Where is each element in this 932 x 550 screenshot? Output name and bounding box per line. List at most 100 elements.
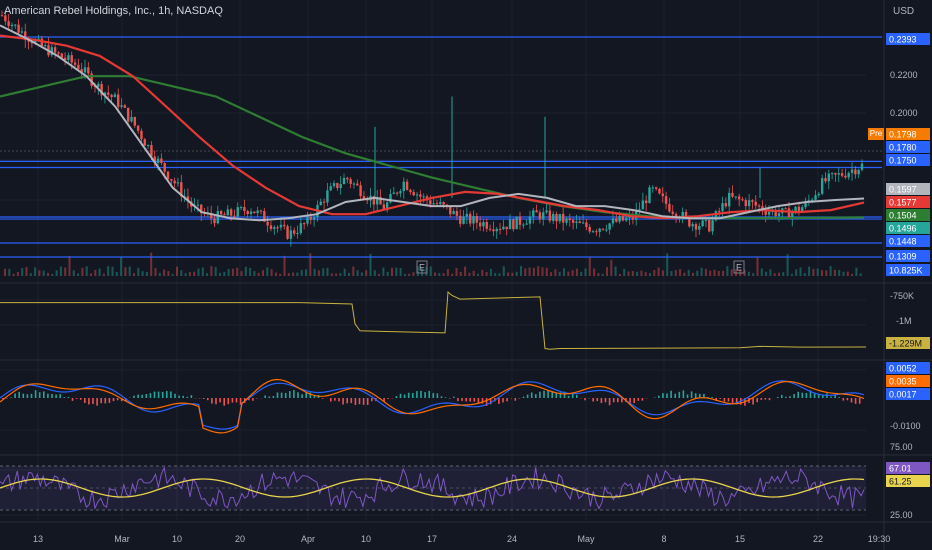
volume-bar: [408, 273, 411, 276]
volume-bar: [537, 266, 540, 276]
time-tick-label: 10: [172, 534, 182, 544]
macd-histogram-bar: [694, 393, 697, 398]
volume-bar: [34, 267, 37, 276]
candle-body: [568, 218, 571, 221]
macd-histogram-bar: [547, 390, 549, 398]
candle-body: [518, 216, 522, 225]
volume-bar: [472, 270, 475, 276]
volume-bar: [283, 255, 286, 276]
candle-body: [565, 218, 568, 223]
candle-body: [535, 210, 538, 213]
macd-tag: 0.0052: [889, 364, 917, 374]
price-tag: 0.1780: [889, 143, 917, 153]
candle-body: [698, 226, 701, 230]
candle-body: [117, 94, 120, 107]
candle-body: [326, 190, 329, 203]
volume-bar: [545, 267, 548, 276]
volume-bar: [145, 271, 148, 276]
volume-bars: [4, 252, 862, 276]
macd-histogram-bar: [350, 398, 353, 404]
candle-body: [7, 21, 10, 27]
macd-histogram-bar: [178, 395, 180, 398]
volume-bar: [287, 273, 290, 276]
candle-body: [608, 223, 611, 230]
volume-bar: [799, 267, 802, 276]
volume-bar: [21, 268, 24, 276]
volume-bar: [713, 269, 716, 276]
candle-body: [20, 31, 24, 33]
candle-body: [455, 210, 459, 216]
macd-histogram-bar: [543, 390, 545, 398]
chart-grid: [0, 0, 866, 520]
macd-histogram-bar: [670, 390, 672, 398]
candle-body: [528, 216, 532, 224]
volume-bar: [765, 271, 768, 276]
candle-body: [844, 175, 847, 178]
price-tick-label: 0.2200: [890, 70, 918, 80]
volume-bar: [68, 255, 71, 276]
volume-bar: [115, 271, 118, 276]
volume-bar: [541, 267, 544, 276]
candle-body: [777, 213, 781, 217]
volume-bar: [550, 272, 553, 276]
volume-bar: [29, 273, 32, 276]
volume-bar: [520, 266, 522, 276]
time-tick-label: 15: [735, 534, 745, 544]
macd-histogram-bar: [506, 398, 508, 402]
price-tag: 0.1448: [889, 237, 917, 247]
volume-bar: [687, 269, 690, 276]
volume-bar: [692, 272, 694, 276]
candle-body: [219, 211, 223, 215]
macd-histogram-bar: [59, 394, 61, 398]
candle-body: [432, 203, 435, 205]
candle-body: [475, 216, 479, 223]
macd-histogram-bar: [10, 397, 12, 398]
macd-histogram-bar: [407, 392, 410, 398]
price-axis: 0.2200 0.2000 0.2393 0.1798 0.1780 0.1750 0.15…: [886, 33, 930, 520]
volume-bar: [795, 269, 798, 276]
volume-bar: [231, 268, 234, 276]
candle-body: [442, 202, 445, 205]
candle-body: [857, 169, 860, 175]
volume-bar: [670, 271, 673, 276]
candle-body: [336, 183, 339, 189]
candle-body: [276, 227, 279, 229]
volume-bar: [330, 273, 333, 276]
candle-body: [472, 216, 475, 224]
macd-histogram-bar: [850, 398, 853, 403]
candle-body: [399, 191, 402, 194]
candle-body: [296, 232, 299, 234]
candle-body: [741, 199, 744, 201]
chart-canvas[interactable]: 0.2200 0.2000 0.2393 0.1798 0.1780 0.1750 0.15…: [0, 0, 932, 550]
macd-histogram-bar: [637, 398, 640, 401]
volume-bar: [197, 268, 200, 276]
macd-histogram-bar: [84, 398, 86, 403]
macd-histogram-bar: [526, 394, 529, 398]
volume-bar: [38, 270, 41, 276]
macd-histogram-bar: [133, 395, 135, 398]
candle-body: [611, 218, 615, 224]
macd-histogram-bar: [26, 394, 29, 398]
macd-histogram-bar: [387, 398, 389, 399]
macd-histogram-bar: [354, 398, 357, 405]
volume-bar: [825, 270, 828, 276]
volume-bar: [163, 269, 166, 276]
candle-body: [269, 225, 273, 229]
candle-body: [306, 216, 309, 224]
volume-bar: [4, 268, 6, 276]
volume-bar: [700, 267, 703, 276]
candle-body: [173, 180, 176, 184]
macd-histogram-bar: [47, 393, 49, 398]
volume-bar: [554, 269, 557, 276]
macd-histogram-bar: [502, 398, 504, 403]
volume-bar: [606, 267, 608, 276]
price-tag: 0.1798: [889, 130, 917, 140]
volume-bar: [348, 272, 350, 276]
candle-body: [136, 125, 140, 131]
volume-bar: [838, 270, 841, 276]
volume-bar: [717, 270, 720, 276]
macd-histogram-bar: [268, 396, 271, 398]
macd-histogram-bar: [830, 396, 832, 398]
candle-body: [342, 177, 346, 185]
volume-bar: [317, 270, 320, 276]
